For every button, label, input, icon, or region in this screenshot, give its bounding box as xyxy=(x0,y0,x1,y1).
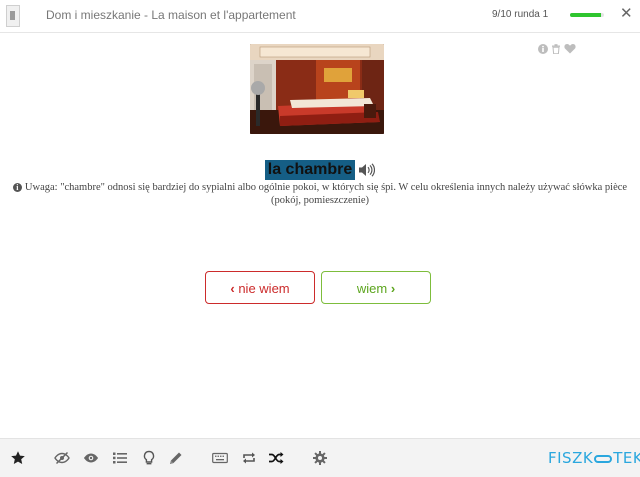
chevron-left-icon: ‹ xyxy=(230,281,235,296)
star-icon[interactable] xyxy=(10,450,26,466)
eye-slash-icon[interactable] xyxy=(54,450,70,466)
repeat-icon[interactable] xyxy=(241,450,257,466)
bottom-toolbar xyxy=(0,438,640,477)
trash-icon[interactable] xyxy=(551,41,563,55)
heart-icon[interactable] xyxy=(564,41,576,54)
progress-bar-fill xyxy=(570,13,601,17)
know-label: wiem xyxy=(356,281,388,296)
shuffle-icon[interactable] xyxy=(268,450,284,466)
usage-note: i Uwaga: "chambre" odnosi się bardziej do… xyxy=(12,181,628,207)
deck-thumbnail[interactable] xyxy=(6,5,20,27)
logo-right-text: TEKA xyxy=(613,449,640,467)
card-word: la chambre xyxy=(264,160,356,180)
eye-icon[interactable] xyxy=(83,450,99,466)
speaker-icon[interactable] xyxy=(358,163,376,177)
close-button[interactable]: ✕ xyxy=(620,6,633,22)
word-row: la chambre xyxy=(0,160,640,182)
info-icon[interactable] xyxy=(538,41,550,54)
pencil-icon[interactable] xyxy=(168,450,184,466)
bedroom-photo xyxy=(250,44,384,134)
dont-know-label: nie wiem xyxy=(238,281,290,296)
dont-know-button[interactable]: ‹ nie wiem xyxy=(205,271,315,304)
logo-link-mark xyxy=(594,454,613,463)
know-button[interactable]: wiem › xyxy=(321,271,431,304)
gear-icon[interactable] xyxy=(312,450,328,466)
usage-note-text: Uwaga: "chambre" odnosi się bardziej do … xyxy=(24,182,628,206)
keyboard-icon[interactable] xyxy=(212,450,228,466)
list-icon[interactable] xyxy=(112,450,128,466)
lightbulb-icon[interactable] xyxy=(141,450,157,466)
info-icon: i xyxy=(12,183,22,192)
progress-text: 9/10 runda 1 xyxy=(492,9,549,20)
top-bar: Dom i mieszkanie - La maison et l'appart… xyxy=(0,0,640,33)
chevron-right-icon: › xyxy=(390,281,396,296)
fiszkoteka-logo[interactable]: FISZK TEKA xyxy=(548,449,640,467)
progress-bar xyxy=(570,13,604,17)
deck-title: Dom i mieszkanie - La maison et l'appart… xyxy=(46,8,296,22)
logo-left-text: FISZK xyxy=(548,449,594,467)
